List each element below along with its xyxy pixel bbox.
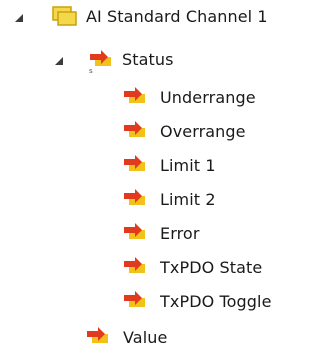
collapse-arrow-icon[interactable] <box>12 10 26 24</box>
tree-node-limit-1[interactable]: Limit 1 <box>0 149 327 183</box>
input-variable-icon <box>122 290 148 314</box>
channel-folder-icon <box>52 5 78 29</box>
tree-node-error[interactable]: Error <box>0 217 327 251</box>
node-label: TxPDO Toggle <box>160 292 272 311</box>
input-variable-icon <box>122 188 148 212</box>
collapse-arrow-icon[interactable] <box>52 53 66 67</box>
node-label: Status <box>122 50 174 69</box>
io-tree: AI Standard Channel 1 s Status Underrang… <box>0 0 327 356</box>
node-label: Limit 1 <box>160 156 216 175</box>
svg-text:s: s <box>89 67 93 74</box>
node-label: Overrange <box>160 122 246 141</box>
tree-node-ai-standard-channel-1[interactable]: AI Standard Channel 1 <box>0 0 327 34</box>
node-label: TxPDO State <box>160 258 263 277</box>
node-label: AI Standard Channel 1 <box>86 7 268 26</box>
input-variable-icon <box>122 256 148 280</box>
status-variable-icon: s <box>88 48 114 74</box>
input-variable-icon <box>122 222 148 246</box>
tree-node-overrange[interactable]: Overrange <box>0 115 327 149</box>
node-label: Underrange <box>160 88 256 107</box>
tree-node-underrange[interactable]: Underrange <box>0 81 327 115</box>
input-variable-icon <box>122 154 148 178</box>
tree-node-txpdo-state[interactable]: TxPDO State <box>0 251 327 285</box>
node-label: Value <box>123 328 168 347</box>
node-label: Limit 2 <box>160 190 216 209</box>
input-variable-icon <box>85 326 111 350</box>
input-variable-icon <box>122 86 148 110</box>
tree-node-limit-2[interactable]: Limit 2 <box>0 183 327 217</box>
tree-node-status[interactable]: s Status <box>0 43 327 77</box>
input-variable-icon <box>122 120 148 144</box>
tree-node-value[interactable]: Value <box>0 321 327 355</box>
node-label: Error <box>160 224 200 243</box>
tree-node-txpdo-toggle[interactable]: TxPDO Toggle <box>0 285 327 319</box>
